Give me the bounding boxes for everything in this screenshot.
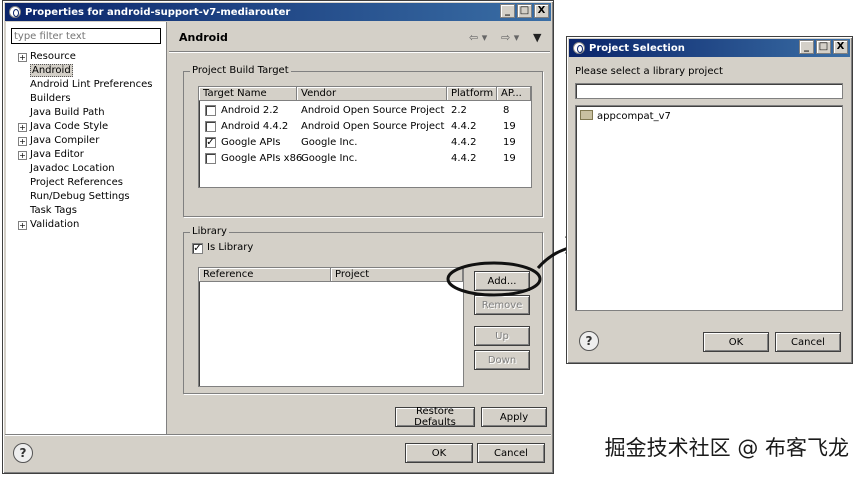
expand-icon[interactable]: + bbox=[18, 123, 27, 132]
list-item[interactable]: appcompat_v7 bbox=[580, 110, 671, 124]
build-target-label: Project Build Target bbox=[190, 65, 291, 76]
column-target-name[interactable]: Target Name bbox=[199, 87, 297, 101]
project-filter-input[interactable] bbox=[575, 83, 843, 99]
left-pane: +Resource Android Android Lint Preferenc… bbox=[6, 22, 167, 434]
project-folder-icon bbox=[580, 110, 593, 120]
project-selection-window: Project Selection _ □ X Please select a … bbox=[566, 36, 853, 364]
tree-item-task-tags[interactable]: Task Tags bbox=[18, 204, 77, 218]
table-row[interactable]: Android 4.4.2 Android Open Source Projec… bbox=[199, 119, 531, 135]
properties-title: Properties for android-support-v7-mediar… bbox=[25, 6, 291, 18]
highlight-ellipse bbox=[446, 261, 542, 297]
watermark: 掘金技术社区 @ 布客飞龙 bbox=[604, 436, 849, 460]
highlight-ellipse-shape bbox=[446, 261, 542, 297]
table-row[interactable]: Android 2.2 Android Open Source Project … bbox=[199, 103, 531, 119]
properties-titlebar[interactable]: Properties for android-support-v7-mediar… bbox=[5, 3, 551, 21]
is-library-label[interactable]: Is Library bbox=[207, 242, 253, 253]
restore-defaults-button[interactable]: Restore Defaults bbox=[395, 406, 475, 428]
expand-icon[interactable]: + bbox=[18, 53, 27, 62]
tree-item-java-code-style[interactable]: + Java Code Style bbox=[18, 120, 108, 134]
table-row[interactable]: Google APIs x86 Google Inc. 4.4.2 19 bbox=[199, 151, 531, 167]
apply-button[interactable]: Apply bbox=[481, 407, 547, 427]
library-reference-table: Reference Project bbox=[198, 267, 464, 387]
target-checkbox[interactable] bbox=[205, 121, 216, 132]
library-group: Library ✓ Is Library Reference Project A… bbox=[183, 226, 543, 394]
column-platform[interactable]: Platform bbox=[447, 87, 497, 101]
eclipse-icon bbox=[9, 6, 21, 18]
column-reference[interactable]: Reference bbox=[199, 268, 331, 282]
tree-item-android[interactable]: Android bbox=[18, 64, 73, 78]
ok-button[interactable]: OK bbox=[703, 332, 769, 352]
is-library-checkbox[interactable]: ✓ bbox=[192, 243, 203, 254]
help-icon[interactable]: ? bbox=[13, 443, 33, 463]
forward-arrow-icon[interactable]: ⇨ ▾ bbox=[501, 31, 519, 44]
eclipse-icon bbox=[573, 42, 585, 54]
filter-input[interactable] bbox=[11, 28, 161, 44]
tree-item-java-build-path[interactable]: Java Build Path bbox=[18, 106, 105, 120]
close-button[interactable]: X bbox=[534, 4, 549, 18]
footer-separator bbox=[5, 434, 551, 436]
project-selection-titlebar[interactable]: Project Selection _ □ X bbox=[569, 39, 850, 57]
target-checkbox[interactable] bbox=[205, 105, 216, 116]
tree-item-java-compiler[interactable]: + Java Compiler bbox=[18, 134, 99, 148]
tree-item-resource[interactable]: + Resource bbox=[18, 50, 76, 64]
maximize-button[interactable]: □ bbox=[816, 40, 831, 54]
tree-item-builders[interactable]: Builders bbox=[18, 92, 71, 106]
expand-icon[interactable]: + bbox=[18, 137, 27, 146]
tree-item-android-lint[interactable]: Android Lint Preferences bbox=[18, 78, 152, 92]
close-button[interactable]: X bbox=[833, 40, 848, 54]
tree-item-java-editor[interactable]: + Java Editor bbox=[18, 148, 84, 162]
tree-item-validation[interactable]: + Validation bbox=[18, 218, 79, 232]
minimize-button[interactable]: _ bbox=[500, 4, 515, 18]
expand-icon[interactable]: + bbox=[18, 151, 27, 160]
tree-item-project-references[interactable]: Project References bbox=[18, 176, 123, 190]
column-api[interactable]: AP... bbox=[497, 87, 531, 101]
build-target-group: Project Build Target Target Name Vendor … bbox=[183, 65, 543, 217]
target-checkbox-checked[interactable]: ✓ bbox=[205, 137, 216, 148]
cancel-button[interactable]: Cancel bbox=[775, 332, 841, 352]
back-arrow-icon[interactable]: ⇦ ▾ bbox=[469, 31, 487, 44]
build-target-table: Target Name Vendor Platform AP... Androi… bbox=[198, 86, 532, 188]
ok-button[interactable]: OK bbox=[405, 443, 473, 463]
target-checkbox[interactable] bbox=[205, 153, 216, 164]
view-menu-icon[interactable]: ▼ bbox=[533, 31, 541, 44]
up-button[interactable]: Up bbox=[474, 326, 530, 346]
project-selection-title: Project Selection bbox=[589, 42, 685, 54]
library-label: Library bbox=[190, 226, 229, 237]
cancel-button[interactable]: Cancel bbox=[477, 443, 545, 463]
expand-icon[interactable]: + bbox=[18, 221, 27, 230]
tree-item-run-debug[interactable]: Run/Debug Settings bbox=[18, 190, 130, 204]
column-vendor[interactable]: Vendor bbox=[297, 87, 447, 101]
selection-prompt: Please select a library project bbox=[575, 66, 723, 77]
page-title: Android bbox=[179, 31, 228, 44]
minimize-button[interactable]: _ bbox=[799, 40, 814, 54]
table-row[interactable]: ✓ Google APIs Google Inc. 4.4.2 19 bbox=[199, 135, 531, 151]
down-button[interactable]: Down bbox=[474, 350, 530, 370]
properties-window: Properties for android-support-v7-mediar… bbox=[2, 0, 554, 474]
help-icon[interactable]: ? bbox=[579, 331, 599, 351]
tree-item-javadoc-location[interactable]: Javadoc Location bbox=[18, 162, 115, 176]
project-list: appcompat_v7 bbox=[575, 105, 843, 311]
column-project[interactable]: Project bbox=[331, 268, 463, 282]
maximize-button[interactable]: □ bbox=[517, 4, 532, 18]
page-title-separator bbox=[169, 51, 550, 53]
